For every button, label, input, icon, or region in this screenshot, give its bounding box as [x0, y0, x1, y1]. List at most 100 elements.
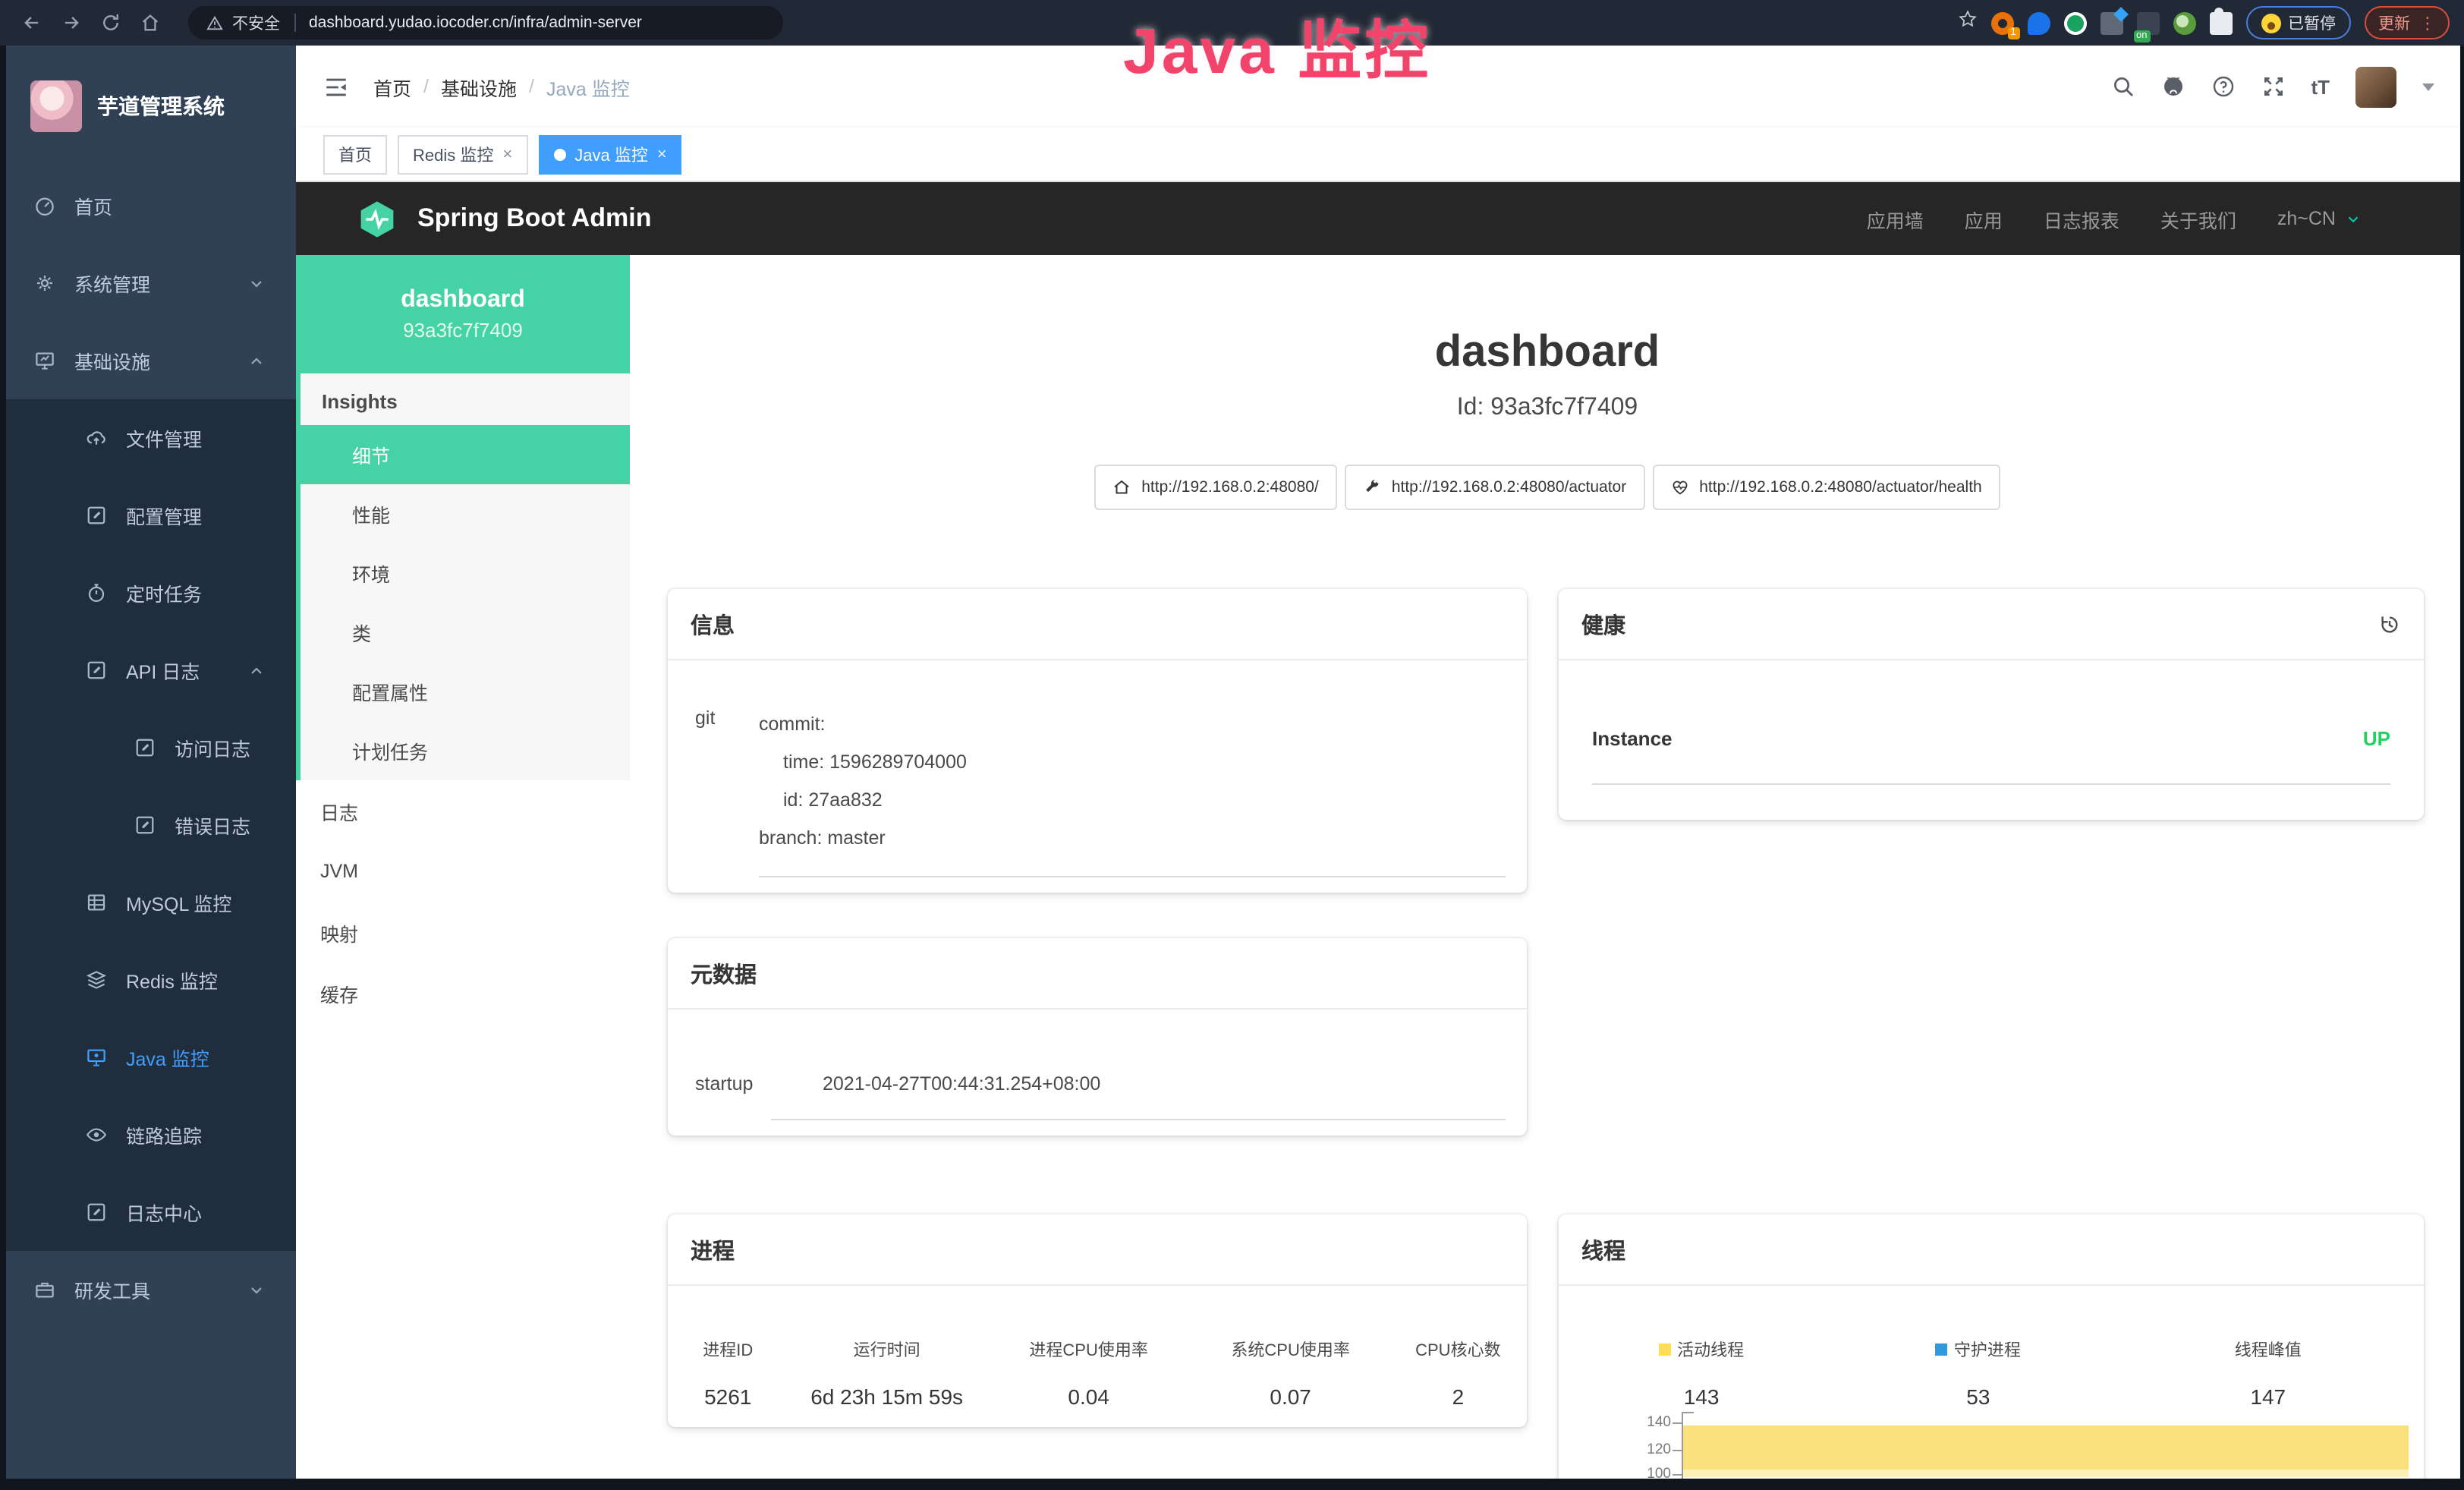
sidebar-item-label: 链路追踪: [126, 1120, 202, 1149]
bookmark-star-icon[interactable]: [1957, 9, 1977, 36]
extension-icon-leaf[interactable]: [2173, 11, 2195, 34]
search-icon[interactable]: [2110, 74, 2135, 99]
menu-item-caches[interactable]: 缓存: [296, 962, 630, 1023]
extension-icon-green-circle[interactable]: [2063, 11, 2086, 34]
metadata-card: 元数据 startup 2021-04-27T00:44:31.254+08:0…: [668, 938, 1527, 1136]
sidebar-item-label: 错误日志: [175, 811, 250, 840]
process-card-title: 进程: [691, 1233, 735, 1265]
menu-item-config-props[interactable]: 配置属性: [301, 662, 630, 721]
divider: [294, 14, 295, 32]
sidebar-item-config-mgmt[interactable]: 配置管理: [0, 477, 296, 554]
edit-icon: [85, 504, 108, 527]
browser-forward-button[interactable]: [55, 6, 88, 39]
back-icon: [21, 12, 42, 33]
menu-fold-icon[interactable]: [323, 74, 349, 99]
health-instance-row[interactable]: Instance UP: [1592, 727, 2390, 785]
address-bar[interactable]: 不安全 dashboard.yudao.iocoder.cn/infra/adm…: [188, 6, 783, 39]
sidebar-item-tracing[interactable]: 链路追踪: [0, 1096, 296, 1173]
caret-down-icon[interactable]: [2422, 83, 2434, 90]
sba-logo-icon: [357, 198, 398, 239]
sidebar-item-system-mgmt[interactable]: 系统管理: [0, 244, 296, 322]
extension-icon-pin[interactable]: [2027, 11, 2050, 34]
close-icon[interactable]: ×: [657, 145, 667, 163]
sidebar-item-log-center[interactable]: 日志中心: [0, 1173, 296, 1251]
sidebar-item-access-log[interactable]: 访问日志: [0, 709, 296, 786]
sidebar-item-file-mgmt[interactable]: 文件管理: [0, 399, 296, 477]
close-icon[interactable]: ×: [502, 145, 512, 163]
health-card: 健康 Instance UP: [1559, 589, 2424, 820]
link-label: http://192.168.0.2:48080/: [1141, 478, 1319, 496]
sidebar-item-home[interactable]: 首页: [0, 167, 296, 244]
help-icon[interactable]: [2211, 74, 2235, 99]
insights-section: Insights 细节 性能 环境 类 配置属性 计划任务: [296, 373, 630, 780]
heart-pulse-icon: [1670, 478, 1688, 496]
sidebar-item-label: 系统管理: [74, 269, 150, 298]
sba-app-header[interactable]: dashboard 93a3fc7f7409: [296, 255, 630, 373]
app-logo-row[interactable]: 芋道管理系统: [0, 46, 296, 167]
instance-link-actuator[interactable]: http://192.168.0.2:48080/actuator: [1345, 465, 1644, 510]
history-icon[interactable]: [2378, 613, 2401, 635]
menu-item-jvm[interactable]: JVM: [296, 841, 630, 902]
font-size-icon[interactable]: tT: [2311, 75, 2330, 98]
metadata-row-label: startup: [695, 1073, 771, 1120]
info-git-values: commit: time: 1596289704000 id: 27aa832 …: [759, 706, 1506, 877]
tab-redis-monitor[interactable]: Redis 监控 ×: [398, 134, 527, 174]
breadcrumb-home[interactable]: 首页: [373, 72, 411, 101]
github-icon[interactable]: [2160, 74, 2185, 99]
browser-menu-icon[interactable]: ⋮: [2419, 13, 2436, 33]
metadata-card-title: 元数据: [691, 957, 757, 989]
extension-icon-orange[interactable]: 1: [1990, 11, 2013, 34]
browser-back-button[interactable]: [15, 6, 49, 39]
extension-icon-grid[interactable]: [2100, 11, 2123, 34]
browser-home-button[interactable]: [134, 6, 167, 39]
menu-item-logs[interactable]: 日志: [296, 780, 630, 841]
sidebar-item-mysql-monitor[interactable]: MySQL 监控: [0, 864, 296, 941]
instance-link-health[interactable]: http://192.168.0.2:48080/actuator/health: [1652, 465, 2000, 510]
sidebar-item-label: 基础设施: [74, 346, 150, 375]
link-label: http://192.168.0.2:48080/actuator/health: [1699, 478, 1981, 496]
menu-item-scheduled-tasks[interactable]: 计划任务: [301, 721, 630, 780]
sidebar-item-dev-tools[interactable]: 研发工具: [0, 1251, 296, 1328]
locale-selector[interactable]: zh~CN: [2277, 208, 2362, 229]
browser-update-button[interactable]: 更新 ⋮: [2365, 6, 2450, 39]
app-logo: [30, 80, 82, 132]
sidebar-item-infrastructure[interactable]: 基础设施: [0, 322, 296, 399]
extension-puzzle-icon[interactable]: [2209, 11, 2232, 34]
update-label: 更新: [2378, 11, 2410, 34]
process-card: 进程 进程ID 运行时间 进程CPU使用率 系统CPU使用率 CPU核心数 52…: [668, 1214, 1527, 1427]
menu-item-mappings[interactable]: 映射: [296, 902, 630, 962]
sba-nav-applications[interactable]: 应用: [1965, 204, 2003, 233]
menu-item-metrics[interactable]: 性能: [301, 484, 630, 543]
profile-paused-chip[interactable]: 已暂停: [2245, 6, 2351, 39]
sidebar-item-label: 首页: [74, 191, 112, 220]
metadata-startup-row: startup 2021-04-27T00:44:31.254+08:00: [668, 1010, 1527, 1120]
fullscreen-icon[interactable]: [2261, 74, 2285, 99]
sba-nav-journal[interactable]: 日志报表: [2044, 204, 2119, 233]
avatar[interactable]: [2355, 66, 2396, 107]
extension-icon-on-badge[interactable]: [2136, 11, 2159, 34]
breadcrumb-infrastructure[interactable]: 基础设施: [441, 72, 517, 101]
reload-icon: [100, 12, 121, 33]
tab-home[interactable]: 首页: [323, 134, 387, 174]
annotation-text: Java 监控: [1123, 0, 1431, 93]
extension-badge: 1: [2007, 27, 2019, 39]
sba-nav-wallboard[interactable]: 应用墙: [1867, 204, 1924, 233]
instance-link-root[interactable]: http://192.168.0.2:48080/: [1094, 465, 1337, 510]
menu-item-classes[interactable]: 类: [301, 603, 630, 662]
sidebar-item-error-log[interactable]: 错误日志: [0, 786, 296, 864]
browser-reload-button[interactable]: [94, 6, 127, 39]
sidebar-item-label: MySQL 监控: [126, 888, 231, 917]
menu-item-environment[interactable]: 环境: [301, 543, 630, 603]
sidebar-item-redis-monitor[interactable]: Redis 监控: [0, 941, 296, 1019]
tags-view-bar: 首页 Redis 监控 × Java 监控 ×: [296, 128, 2464, 182]
sidebar-item-java-monitor[interactable]: Java 监控: [0, 1019, 296, 1096]
tab-java-monitor[interactable]: Java 监控 ×: [538, 134, 681, 174]
sba-nav-about[interactable]: 关于我们: [2160, 204, 2236, 233]
tab-label: Redis 监控: [413, 142, 493, 166]
info-card: 信息 git commit: time: 1596289704000 id: 2…: [668, 589, 1527, 893]
briefcase-icon: [33, 1278, 56, 1301]
sidebar-item-scheduled-jobs[interactable]: 定时任务: [0, 554, 296, 632]
sidebar-item-api-log[interactable]: API 日志: [0, 632, 296, 709]
paused-label: 已暂停: [2288, 11, 2336, 34]
menu-item-details[interactable]: 细节: [301, 425, 630, 484]
